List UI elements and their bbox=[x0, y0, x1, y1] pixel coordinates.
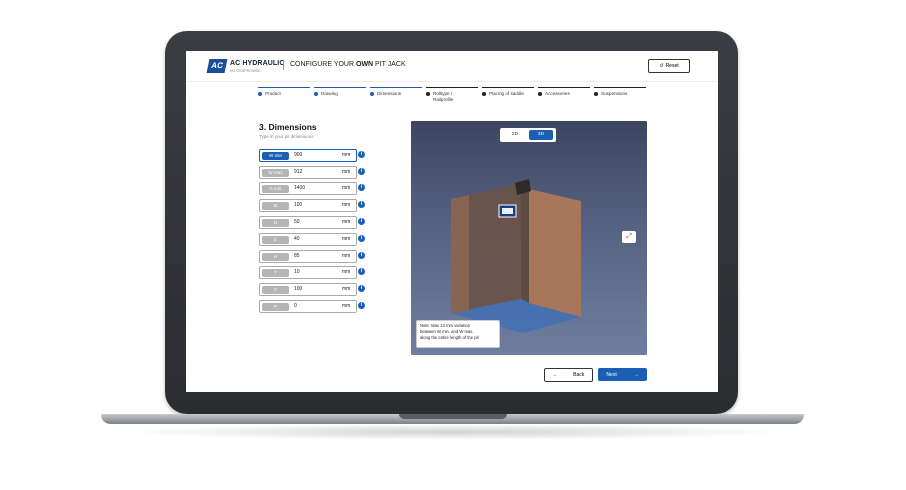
pit-wall-edge bbox=[451, 195, 469, 313]
3d-viewer[interactable]: 2D 3D ⤢ Note: Max 12 mm variation betwee… bbox=[411, 121, 647, 355]
dimension-field-d[interactable]: D 50 mm bbox=[259, 216, 357, 229]
dimension-field-w-max[interactable]: W max 912 mm bbox=[259, 166, 357, 179]
dimension-field-h[interactable]: H 85 mm bbox=[259, 250, 357, 263]
step-dot-icon bbox=[538, 92, 542, 96]
info-icon[interactable]: i bbox=[358, 285, 365, 292]
app-screen: AC AC HYDRAULIC NO COMPROMISE CONFIGURE … bbox=[186, 51, 718, 392]
arrow-left-icon: ← bbox=[552, 372, 558, 378]
info-icon[interactable]: i bbox=[358, 151, 365, 158]
view-toggle: 2D 3D bbox=[500, 128, 556, 142]
step-progress: Product Drawing Dimensions Rolltype / Ra… bbox=[258, 87, 648, 109]
section-subtitle: Type in your pit dimensions bbox=[259, 134, 314, 139]
page-heading: CONFIGURE YOUR OWN PIT JACK bbox=[290, 61, 406, 68]
dimension-field-b[interactable]: B 100 mm bbox=[259, 199, 357, 212]
pit-corner-post bbox=[521, 179, 529, 303]
step-dot-icon bbox=[594, 92, 598, 96]
dimension-field-e[interactable]: E 40 mm bbox=[259, 233, 357, 246]
reset-button[interactable]: ↺ Reset bbox=[648, 59, 690, 73]
reset-label: Reset bbox=[665, 63, 679, 69]
variation-note: Note: Max 12 mm variation between W min.… bbox=[416, 320, 500, 348]
step-rolltype[interactable]: Rolltype / Railprofile bbox=[426, 87, 478, 108]
dimension-field-p[interactable]: P 0 mm bbox=[259, 300, 357, 313]
laptop-shadow bbox=[120, 424, 786, 440]
app-header: AC AC HYDRAULIC NO COMPROMISE CONFIGURE … bbox=[186, 51, 718, 82]
step-placing-of-saddle[interactable]: Placing of saddle bbox=[482, 87, 534, 108]
info-icon[interactable]: i bbox=[358, 218, 365, 225]
info-icon[interactable]: i bbox=[358, 252, 365, 259]
back-button[interactable]: ← Back bbox=[544, 368, 593, 382]
info-icon[interactable]: i bbox=[358, 268, 365, 275]
ac-logo-icon: AC bbox=[206, 59, 228, 73]
step-dot-icon bbox=[258, 92, 262, 96]
dimension-field-w-min[interactable]: W min 900 mm bbox=[259, 149, 357, 162]
brand-tagline: NO COMPROMISE bbox=[230, 69, 261, 73]
reset-icon: ↺ bbox=[659, 63, 664, 69]
toggle-3d-button[interactable]: 3D bbox=[529, 130, 553, 140]
arrow-right-icon: → bbox=[633, 371, 639, 378]
laptop-notch bbox=[399, 414, 507, 419]
step-drawing[interactable]: Drawing bbox=[314, 87, 366, 108]
jack-unit-face bbox=[502, 208, 513, 214]
step-suspensions[interactable]: Suspensions bbox=[594, 87, 646, 108]
step-dimensions[interactable]: Dimensions bbox=[370, 87, 422, 108]
fullscreen-icon[interactable]: ⤢ bbox=[622, 231, 636, 243]
next-button[interactable]: Next → bbox=[598, 368, 647, 381]
section-title: 3. Dimensions bbox=[259, 122, 317, 132]
info-icon[interactable]: i bbox=[358, 302, 365, 309]
header-divider bbox=[283, 60, 284, 70]
pit-right-wall bbox=[529, 189, 581, 317]
toggle-2d-button[interactable]: 2D bbox=[503, 130, 527, 140]
step-dot-icon bbox=[482, 92, 486, 96]
dimension-field-a-min[interactable]: A min 1400 mm bbox=[259, 182, 357, 195]
info-icon[interactable]: i bbox=[358, 235, 365, 242]
dimension-field-t[interactable]: T 10 mm bbox=[259, 266, 357, 279]
brand-name: AC HYDRAULIC bbox=[230, 60, 285, 67]
step-dot-icon bbox=[314, 92, 318, 96]
info-icon[interactable]: i bbox=[358, 184, 365, 191]
step-dot-icon bbox=[426, 92, 430, 96]
step-accessories[interactable]: Accessories bbox=[538, 87, 590, 108]
step-dot-icon bbox=[370, 92, 374, 96]
step-product[interactable]: Product bbox=[258, 87, 310, 108]
dimension-field-c[interactable]: C 100 mm bbox=[259, 283, 357, 296]
info-icon[interactable]: i bbox=[358, 168, 365, 175]
info-icon[interactable]: i bbox=[358, 201, 365, 208]
